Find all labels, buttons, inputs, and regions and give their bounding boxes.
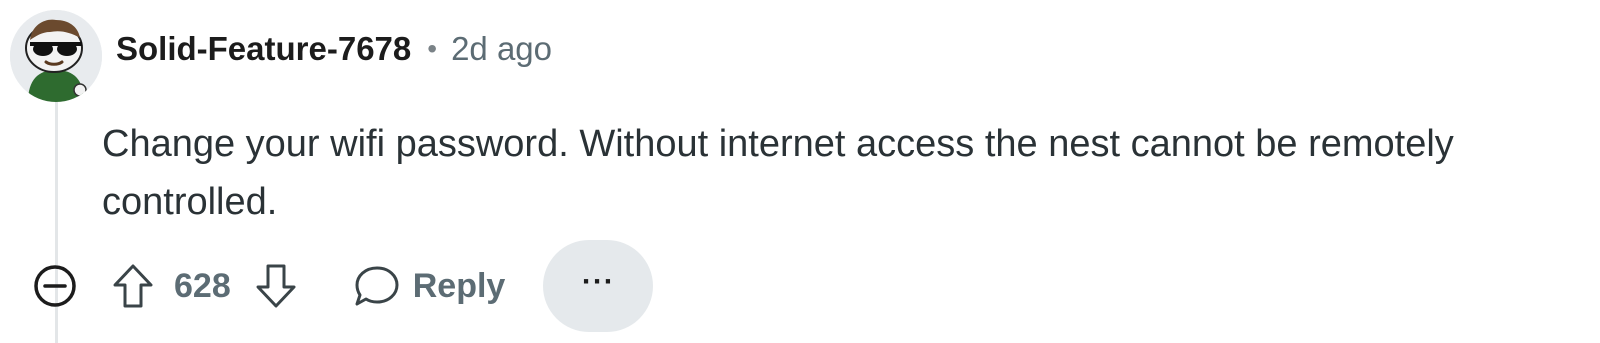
comment-timestamp[interactable]: 2d ago [451,30,552,68]
reply-button[interactable]: Reply [353,263,506,309]
avatar[interactable] [10,10,102,102]
reply-label: Reply [412,266,506,305]
meta-separator: • [427,33,438,64]
speech-bubble-icon [355,266,399,306]
arrow-up-icon [113,264,153,308]
more-options-button[interactable]: ··· [543,240,654,332]
arrow-down-icon [256,264,296,308]
collapse-minus-circle-icon [34,265,76,307]
comment: Solid-Feature-7678 • 2d ago Change your … [0,0,1600,343]
vote-score: 628 [174,266,231,305]
comment-meta: Solid-Feature-7678 • 2d ago [116,26,552,72]
collapse-button[interactable] [30,261,80,311]
comment-actions: 628 Reply ··· [30,240,654,332]
snoo-avatar-icon [10,10,102,102]
ellipsis-icon: ··· [581,265,615,298]
upvote-button[interactable] [110,261,156,311]
author-username[interactable]: Solid-Feature-7678 [116,30,411,68]
downvote-button[interactable] [253,261,299,311]
comment-body: Change your wifi password. Without inter… [102,123,1454,223]
